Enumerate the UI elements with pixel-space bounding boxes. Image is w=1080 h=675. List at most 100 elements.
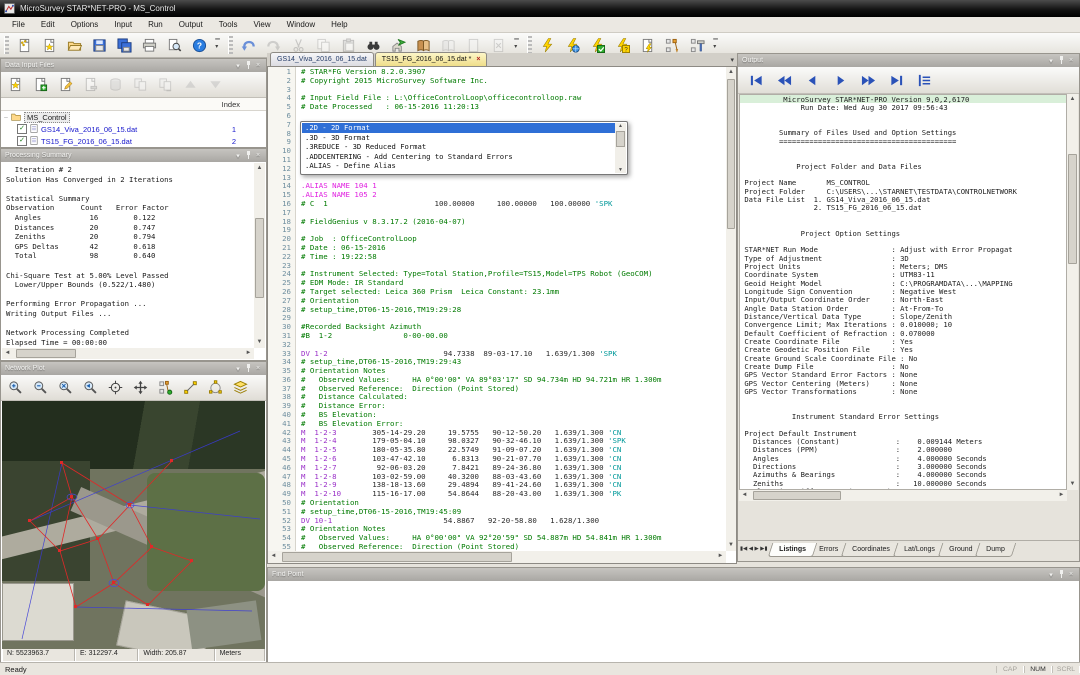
- menu-view[interactable]: View: [245, 18, 278, 31]
- open-button[interactable]: [62, 33, 87, 57]
- new-file-button[interactable]: [12, 33, 37, 57]
- prev-button[interactable]: [798, 68, 826, 92]
- menu-run[interactable]: Run: [140, 18, 171, 31]
- rewind-button[interactable]: [770, 68, 798, 92]
- autocomplete-item[interactable]: .ALIAS - Define Alias: [302, 161, 615, 171]
- edit-file-button[interactable]: [53, 73, 78, 97]
- menu-edit[interactable]: Edit: [33, 18, 63, 31]
- menu-input[interactable]: Input: [106, 18, 140, 31]
- aerial-map[interactable]: [2, 401, 265, 649]
- pin-icon[interactable]: [243, 151, 253, 161]
- network-plot-panel: Network Plot ▾ ×: [0, 361, 267, 663]
- file-checkbox[interactable]: ✓: [17, 124, 27, 134]
- next-button[interactable]: [826, 68, 854, 92]
- error-ellipses-button[interactable]: [203, 376, 228, 400]
- find-point-button[interactable]: [103, 376, 128, 400]
- editor-tab[interactable]: GS14_Viva_2016_06_15.dat: [270, 52, 374, 66]
- chevron-down-icon[interactable]: ▾: [233, 62, 243, 70]
- menu-window[interactable]: Window: [279, 18, 323, 31]
- output-line: Create Geodetic Position File : Yes: [740, 345, 1066, 353]
- units-readout: Meters: [215, 649, 265, 661]
- autocomplete-item[interactable]: .ADDCENTERING - Add Centering to Standar…: [302, 152, 615, 162]
- tab-scroll-icons[interactable]: ▮◀ ◀ ▶ ▶▮: [738, 543, 770, 552]
- vertical-scrollbar[interactable]: ▲▼: [254, 163, 265, 348]
- autocomplete-popup: .2D - 2D Format.3D - 3D Format.3REDUCE -…: [300, 121, 628, 175]
- zoom-extents-button[interactable]: [53, 376, 78, 400]
- pin-icon[interactable]: [1056, 56, 1066, 66]
- pan-button[interactable]: [128, 376, 153, 400]
- tree-file-row[interactable]: ✓GS14_Viva_2016_06_15.dat1: [1, 123, 266, 135]
- close-icon[interactable]: ×: [253, 62, 263, 69]
- output-vertical-scrollbar[interactable]: ▲▼: [1067, 94, 1078, 490]
- line-number: 49: [268, 489, 296, 498]
- pin-icon[interactable]: [243, 61, 253, 71]
- autocomplete-item[interactable]: .2D - 2D Format: [302, 123, 615, 133]
- help-button[interactable]: ?: [187, 33, 212, 57]
- first-page-button[interactable]: [742, 68, 770, 92]
- close-icon[interactable]: ×: [253, 152, 263, 159]
- undo-button[interactable]: [236, 33, 261, 57]
- print-button[interactable]: [137, 33, 162, 57]
- tree-root-ms-control[interactable]: −MS_Control: [1, 111, 266, 123]
- line-number: 22: [268, 252, 296, 261]
- close-icon[interactable]: ×: [1066, 571, 1076, 578]
- tab-overflow-icon[interactable]: ▾: [730, 56, 734, 64]
- autocomplete-item[interactable]: .3REDUCE - 3D Reduced Format: [302, 142, 615, 152]
- editor-line: 14.ALIAS NAME 104 1: [268, 181, 726, 190]
- chevron-down-icon[interactable]: ▾: [233, 152, 243, 160]
- file-checkbox[interactable]: ✓: [17, 136, 27, 146]
- toc-button[interactable]: [910, 68, 938, 92]
- menu-tools[interactable]: Tools: [211, 18, 246, 31]
- menu-file[interactable]: File: [4, 18, 33, 31]
- editor-line: 39# Distance Error:: [268, 401, 726, 410]
- chevron-down-icon[interactable]: ▾: [1046, 57, 1056, 65]
- tree-file-row[interactable]: ✓TS15_FG_2016_06_15.dat2: [1, 135, 266, 147]
- processing-summary-text: Iteration # 2Solution Has Converged in 2…: [2, 163, 254, 348]
- menu-options[interactable]: Options: [63, 18, 107, 31]
- save-all-button[interactable]: [112, 33, 137, 57]
- editor-tab[interactable]: TS15_FG_2016_06_15.dat *×: [375, 52, 488, 66]
- last-page-button[interactable]: [882, 68, 910, 92]
- editor-horizontal-scrollbar[interactable]: ◄►: [268, 551, 726, 563]
- pin-icon[interactable]: [243, 364, 253, 374]
- popup-scrollbar[interactable]: ▲ ▼: [615, 123, 626, 173]
- output-line: [740, 220, 1066, 228]
- add-file-button[interactable]: [28, 73, 53, 97]
- summary-line: [6, 290, 254, 300]
- forward-button[interactable]: [854, 68, 882, 92]
- status-text: Ready: [0, 665, 996, 674]
- project-options-button[interactable]: [3, 73, 28, 97]
- editor-vertical-scrollbar[interactable]: ▲▼: [726, 67, 736, 551]
- chevron-down-icon[interactable]: ▾: [1046, 571, 1056, 579]
- inverse-button[interactable]: [178, 376, 203, 400]
- line-number: 11: [268, 155, 296, 164]
- horizontal-scrollbar[interactable]: ◄►: [2, 348, 254, 359]
- editor-line: 46M 1-2-7 92-06-03.20 7.8421 89-24-36.80…: [268, 463, 726, 472]
- zoom-out-button[interactable]: [28, 376, 53, 400]
- pin-icon[interactable]: [1056, 570, 1066, 580]
- chevron-down-icon[interactable]: ▾: [233, 365, 243, 373]
- zoom-previous-button[interactable]: [78, 376, 103, 400]
- add-sideshot-button[interactable]: [153, 376, 178, 400]
- menu-output[interactable]: Output: [171, 18, 211, 31]
- summary-line: [6, 261, 254, 271]
- toggle-num: NUM: [1024, 666, 1052, 673]
- zoom-in-button[interactable]: [3, 376, 28, 400]
- autocomplete-item[interactable]: .3D - 3D Format: [302, 133, 615, 143]
- tab-close-icon[interactable]: ×: [476, 56, 480, 63]
- save-button[interactable]: [87, 33, 112, 57]
- toolbar-overflow-icon[interactable]: ▔▾: [212, 34, 223, 56]
- output-tab-listings[interactable]: Listings: [767, 543, 816, 557]
- summary-line: Lower/Upper Bounds (0.522/1.480): [6, 280, 254, 290]
- layers-button[interactable]: [228, 376, 253, 400]
- find-point-body[interactable]: [269, 582, 1078, 661]
- new-project-button[interactable]: [37, 33, 62, 57]
- close-icon[interactable]: ×: [1066, 57, 1076, 64]
- code-editor[interactable]: 1# STAR*FG Version 8.2.0.39072# Copyrigh…: [267, 67, 737, 564]
- menu-help[interactable]: Help: [323, 18, 355, 31]
- close-icon[interactable]: ×: [253, 365, 263, 372]
- output-horizontal-scrollbar[interactable]: ◄►: [739, 490, 1067, 501]
- print-preview-button[interactable]: [162, 33, 187, 57]
- output-line: Zeniths : 10.000000 Seconds: [740, 479, 1066, 487]
- output-tab-dump[interactable]: Dump: [975, 543, 1016, 557]
